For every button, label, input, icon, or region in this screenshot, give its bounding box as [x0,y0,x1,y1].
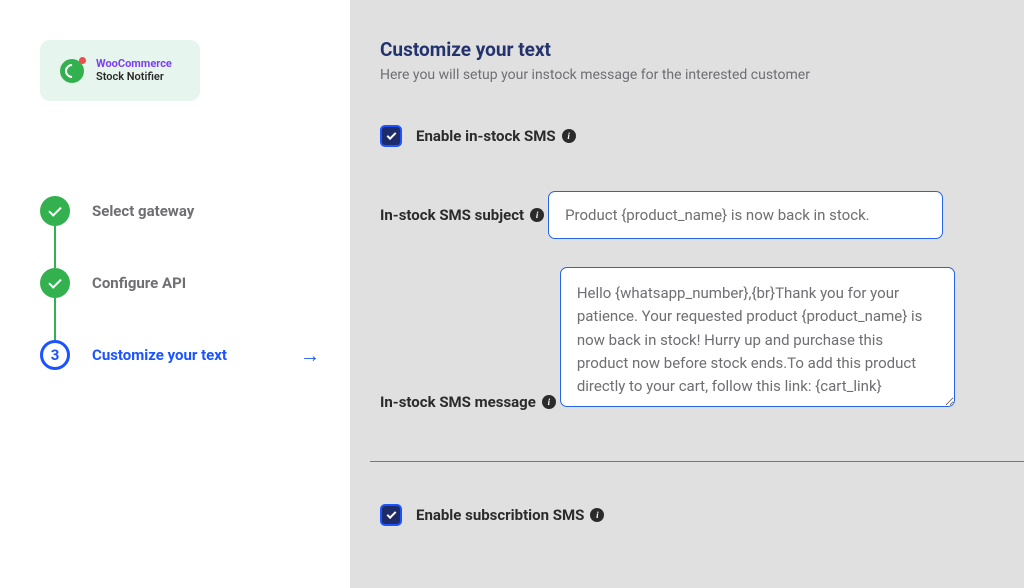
step-connector [54,298,56,340]
label-text: In-stock SMS subject [380,206,524,224]
message-field-group: In-stock SMS message i [380,267,994,423]
logo-brand: WooCommerce [96,58,172,71]
label-text: Enable in-stock SMS [416,127,556,145]
instock-subject-input[interactable] [548,191,943,239]
step-connector [54,226,56,268]
enable-instock-checkbox[interactable] [380,125,402,147]
sidebar: WooCommerce Stock Notifier Select gatewa… [0,0,350,588]
step-label: Configure API [92,274,186,292]
step-configure-api[interactable]: Configure API [40,268,320,298]
info-icon[interactable]: i [590,508,604,522]
info-icon[interactable]: i [542,395,556,409]
plugin-logo-box: WooCommerce Stock Notifier [40,40,200,101]
label-text: Enable subscribtion SMS [416,506,584,524]
step-select-gateway[interactable]: Select gateway [40,196,320,226]
main-content: Customize your text Here you will setup … [350,0,1024,588]
subject-label: In-stock SMS subject i [380,206,544,224]
label-text: In-stock SMS message [380,393,536,411]
logo-subtitle: Stock Notifier [96,71,172,84]
arrow-right-icon: → [300,343,320,368]
step-label: Select gateway [92,202,194,220]
subject-field-group: In-stock SMS subject i [380,191,994,239]
message-label: In-stock SMS message i [380,393,556,411]
notify-icon [60,59,84,83]
step-customize-text[interactable]: 3 Customize your text → [40,340,320,370]
enable-instock-row: Enable in-stock SMS i [380,125,994,147]
step-number-icon: 3 [40,340,70,370]
wizard-steps: Select gateway Configure API 3 Customize… [40,196,320,370]
enable-subscription-checkbox[interactable] [380,504,402,526]
instock-message-textarea[interactable] [560,267,955,407]
section-divider [370,461,1024,462]
page-title: Customize your text [380,38,994,61]
enable-subscription-row: Enable subscribtion SMS i [380,504,994,526]
info-icon[interactable]: i [562,129,576,143]
step-label: Customize your text [92,346,227,364]
page-subtitle: Here you will setup your instock message… [380,67,994,83]
enable-instock-label: Enable in-stock SMS i [416,127,576,145]
logo-text: WooCommerce Stock Notifier [96,58,172,83]
checkmark-circle-icon [40,196,70,226]
info-icon[interactable]: i [530,208,544,222]
enable-subscription-label: Enable subscribtion SMS i [416,506,604,524]
checkmark-circle-icon [40,268,70,298]
